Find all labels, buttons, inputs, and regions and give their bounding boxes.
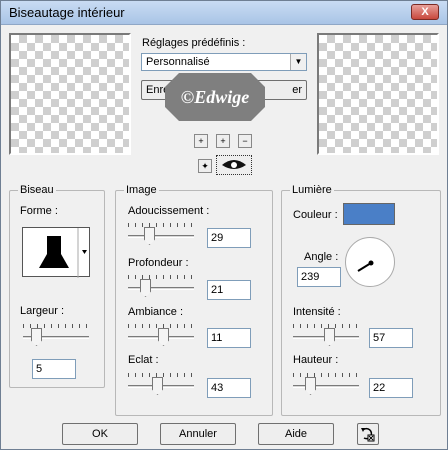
depth-slider[interactable] [128,275,194,297]
height-input[interactable]: 22 [369,378,413,398]
angle-label: Angle : [304,251,339,263]
depth-label: Profondeur : [128,257,189,269]
angle-dial-needle [357,260,374,272]
window-title: Biseautage intérieur [9,5,125,20]
slider-thumb[interactable] [158,328,169,346]
bevel-group-title: Biseau [18,184,56,196]
zoom-out-icon[interactable]: − [238,134,252,148]
softness-label: Adoucissement : [128,205,210,217]
light-color-swatch[interactable] [343,203,395,225]
dialog-window: Biseautage intérieur X Réglages prédéfin… [0,0,448,450]
shape-label: Forme : [20,205,58,217]
original-preview[interactable] [9,33,131,155]
softness-input[interactable]: 29 [207,228,251,248]
width-slider[interactable] [23,324,89,346]
eye-icon [222,160,246,169]
move-icon[interactable]: ✦ [198,159,212,173]
result-preview[interactable] [317,33,439,155]
delete-preset-label: er [292,84,302,96]
softness-slider[interactable] [128,223,194,245]
reset-glyph [361,427,375,442]
slider-thumb[interactable] [305,377,316,395]
shine-slider[interactable] [128,373,194,395]
slider-thumb[interactable] [144,227,155,245]
watermark-badge: ©Edwige [165,73,265,121]
ambience-slider[interactable] [128,324,194,346]
width-input[interactable]: 5 [32,359,76,379]
help-button[interactable]: Aide [258,423,334,445]
slider-thumb[interactable] [31,328,42,346]
angle-input[interactable]: 239 [297,267,341,287]
height-label: Hauteur : [293,354,339,366]
image-group-title: Image [124,184,159,196]
slider-thumb[interactable] [140,279,151,297]
width-label: Largeur : [20,305,65,317]
intensity-slider[interactable] [293,324,359,346]
bevel-shape-icon [39,228,87,278]
slider-thumb[interactable] [324,328,335,346]
presets-label: Réglages prédéfinis : [142,37,246,49]
close-button[interactable]: X [411,4,439,20]
shine-input[interactable]: 43 [207,378,251,398]
ambience-label: Ambiance : [128,306,184,318]
slider-thumb[interactable] [152,377,163,395]
title-bar: Biseautage intérieur X [1,1,447,25]
cancel-button[interactable]: Annuler [160,423,236,445]
chevron-down-icon[interactable]: ▼ [290,54,306,70]
depth-input[interactable]: 21 [207,280,251,300]
presets-selected: Personnalisé [146,56,210,68]
eye-toggle[interactable] [216,155,252,175]
ambience-input[interactable]: 11 [207,328,251,348]
ok-button[interactable]: OK [62,423,138,445]
light-group-title: Lumière [290,184,334,196]
fit-icon[interactable]: + [216,134,230,148]
shape-picker[interactable] [22,227,90,278]
zoom-in-icon[interactable]: + [194,134,208,148]
watermark-logo: ©Edwige [165,73,265,121]
intensity-label: Intensité : [293,306,341,318]
presets-dropdown[interactable]: Personnalisé ▼ [141,53,307,71]
angle-dial[interactable] [345,237,395,287]
height-slider[interactable] [293,373,359,395]
color-label: Couleur : [293,209,338,221]
intensity-input[interactable]: 57 [369,328,413,348]
shine-label: Eclat : [128,354,159,366]
watermark-text: ©Edwige [181,87,249,107]
reset-icon[interactable] [357,423,379,445]
